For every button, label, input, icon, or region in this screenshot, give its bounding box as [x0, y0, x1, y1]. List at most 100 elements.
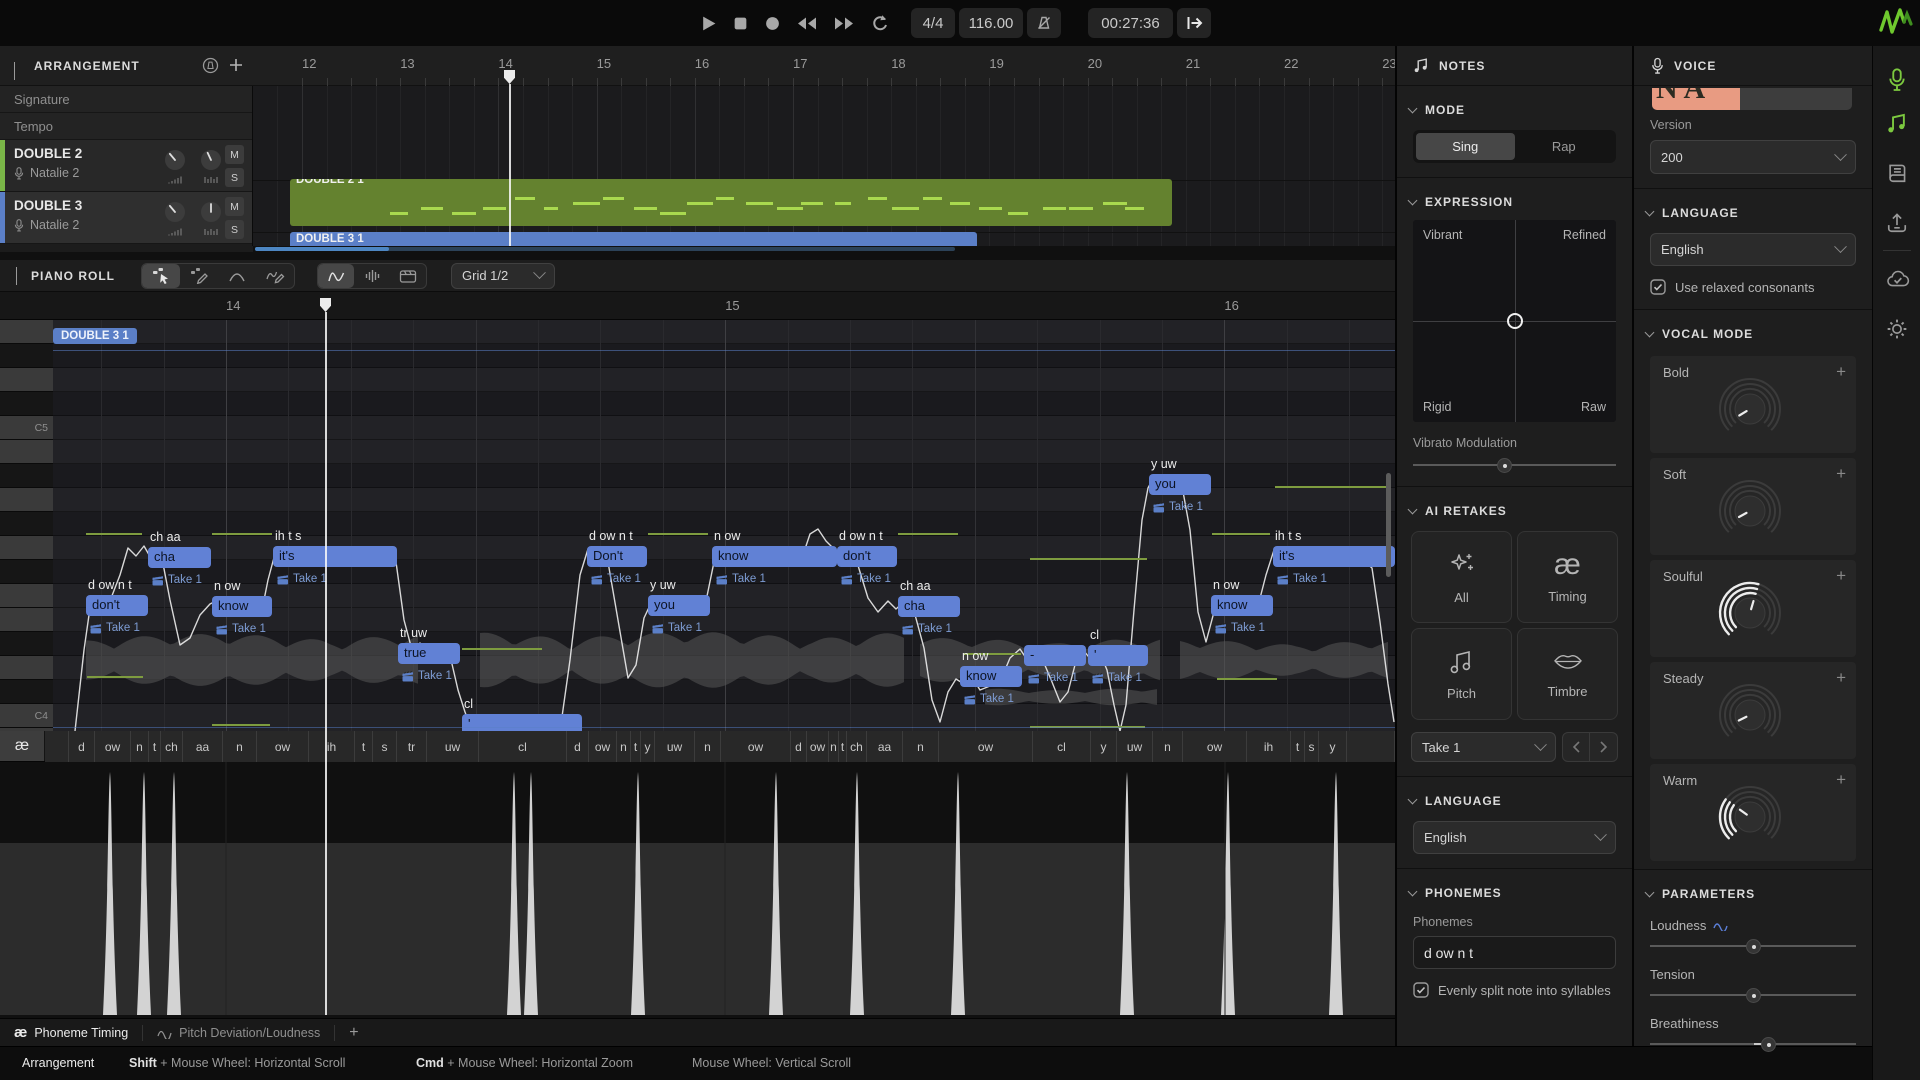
add-vocal-mode-automation[interactable]: +: [1836, 566, 1846, 586]
clip-double-3-1[interactable]: DOUBLE 3 1: [290, 232, 977, 246]
take-selector-dropdown[interactable]: Take 1: [1411, 732, 1556, 762]
phoneme-cell[interactable]: t: [631, 731, 641, 762]
phoneme-cell[interactable]: d: [567, 731, 589, 762]
mode-rap-button[interactable]: Rap: [1515, 133, 1614, 160]
piano-key[interactable]: [0, 584, 53, 608]
parameters-section-header[interactable]: PARAMETERS: [1634, 884, 1872, 904]
piano-note[interactable]: Don't: [587, 546, 647, 567]
phoneme-cell[interactable]: ow: [95, 731, 131, 762]
piano-roll-canvas[interactable]: d ow n tdon'tTake 1ch aachaTake 1n owkno…: [0, 320, 1395, 731]
piano-key[interactable]: [0, 344, 53, 368]
take-chip[interactable]: Take 1: [841, 573, 891, 585]
track-row-double-3[interactable]: DOUBLE 3Natalie 2 MS: [0, 192, 252, 244]
collapse-piano-roll-chevron[interactable]: [16, 267, 17, 285]
next-take-button[interactable]: [1590, 732, 1618, 762]
phoneme-cell[interactable]: ch: [161, 731, 183, 762]
phoneme-cell[interactable]: [1347, 731, 1395, 762]
vibrato-modulation-slider[interactable]: [1413, 458, 1616, 472]
piano-key[interactable]: [0, 464, 53, 488]
notes-language-dropdown[interactable]: English: [1413, 821, 1616, 854]
phoneme-cell[interactable]: uw: [655, 731, 695, 762]
rail-dictionary-tab[interactable]: [1886, 162, 1908, 184]
vocal-mode-soft[interactable]: Soft+: [1650, 458, 1856, 555]
piano-note[interactable]: know: [960, 666, 1022, 687]
take-chip[interactable]: Take 1: [652, 622, 702, 634]
phoneme-cell[interactable]: ow: [721, 731, 791, 762]
volume-knob[interactable]: [163, 200, 187, 224]
pan-knob[interactable]: [199, 148, 223, 172]
version-dropdown[interactable]: 200: [1650, 140, 1856, 174]
metronome-toggle[interactable]: [1027, 8, 1061, 38]
vocal-mode-section-header[interactable]: VOCAL MODE: [1634, 324, 1872, 344]
phoneme-cell[interactable]: ow: [1183, 731, 1247, 762]
piano-roll-vscrollbar[interactable]: [1386, 473, 1391, 577]
piano-key[interactable]: [0, 440, 53, 464]
retake-all-button[interactable]: All: [1411, 531, 1512, 623]
phonemes-input[interactable]: d ow n t: [1413, 936, 1616, 969]
piano-note[interactable]: know: [1211, 595, 1273, 616]
phonemes-section-header[interactable]: PHONEMES: [1397, 883, 1632, 903]
arrangement-ruler[interactable]: 121314151617181920212223: [253, 46, 1395, 86]
rail-cloud-sync-button[interactable]: [1886, 268, 1910, 288]
piano-note[interactable]: you: [1149, 474, 1211, 495]
phoneme-cell[interactable]: ih: [1247, 731, 1291, 762]
phoneme-cell[interactable]: t: [149, 731, 161, 762]
phoneme-cell[interactable]: y: [641, 731, 655, 762]
phoneme-cell[interactable]: ow: [257, 731, 309, 762]
arrangement-clips-area[interactable]: DOUBLE 2 1 DOUBLE 3 1: [253, 86, 1395, 246]
phoneme-cell[interactable]: n: [1153, 731, 1183, 762]
pitch-draw-tool[interactable]: [256, 264, 294, 288]
voice-avatar[interactable]: N A: [1652, 88, 1852, 110]
piano-key[interactable]: [0, 608, 53, 632]
phoneme-cell[interactable]: n: [131, 731, 149, 762]
time-signature-display[interactable]: 4/4: [911, 8, 955, 38]
take-chip[interactable]: Take 1: [1277, 573, 1327, 585]
phoneme-cell[interactable]: n: [903, 731, 939, 762]
tab-pitch-deviation-loudness[interactable]: Pitch Deviation/Loudness: [143, 1019, 334, 1047]
piano-key[interactable]: [0, 512, 53, 536]
volume-knob[interactable]: [163, 148, 187, 172]
vocal-mode-bold[interactable]: Bold+: [1650, 356, 1856, 453]
piano-note[interactable]: it's: [1273, 546, 1395, 567]
phoneme-cell[interactable]: ow: [589, 731, 617, 762]
phoneme-cell[interactable]: y: [1091, 731, 1117, 762]
phoneme-cell[interactable]: uw: [427, 731, 479, 762]
add-vocal-mode-automation[interactable]: +: [1836, 464, 1846, 484]
mute-button[interactable]: M: [225, 197, 244, 216]
phoneme-cell[interactable]: t: [355, 731, 373, 762]
phoneme-cell[interactable]: s: [1305, 731, 1319, 762]
vocal-mode-knob[interactable]: [1708, 777, 1792, 861]
piano-note[interactable]: know: [212, 596, 272, 617]
piano-note[interactable]: don't: [837, 546, 897, 567]
retake-view-toggle[interactable]: [390, 264, 426, 288]
phoneme-cell[interactable]: aa: [183, 731, 223, 762]
piano-key[interactable]: C5: [0, 416, 53, 440]
expression-section-header[interactable]: EXPRESSION: [1397, 192, 1632, 212]
pan-knob[interactable]: [199, 200, 223, 224]
slider-handle[interactable]: [1497, 458, 1512, 473]
piano-key[interactable]: [0, 536, 53, 560]
vocal-mode-warm[interactable]: Warm+: [1650, 764, 1856, 861]
vocal-mode-knob[interactable]: [1708, 471, 1792, 555]
clip-double-2-1[interactable]: DOUBLE 2 1: [290, 179, 1172, 226]
expression-xy-pad[interactable]: Vibrant Refined Rigid Raw: [1413, 220, 1616, 422]
piano-key[interactable]: [0, 368, 53, 392]
collapse-arrangement-chevron[interactable]: [14, 62, 15, 80]
piano-key[interactable]: [0, 728, 53, 731]
rail-voice-tab[interactable]: [1886, 68, 1908, 92]
phoneme-cell[interactable]: t: [1291, 731, 1305, 762]
take-chip[interactable]: Take 1: [1092, 672, 1142, 684]
voice-language-section-header[interactable]: LANGUAGE: [1634, 203, 1872, 223]
phoneme-cell[interactable]: y: [1319, 731, 1347, 762]
phoneme-cell[interactable]: ow: [939, 731, 1033, 762]
waveform-view-toggle[interactable]: [354, 264, 390, 288]
solo-button[interactable]: S: [225, 220, 244, 239]
tempo-track-icon[interactable]: [202, 57, 219, 74]
pitch-view-toggle[interactable]: [318, 264, 354, 288]
mode-sing-button[interactable]: Sing: [1416, 133, 1515, 160]
phoneme-timing-panel[interactable]: [0, 762, 1395, 1018]
phoneme-cell[interactable]: ih: [309, 731, 355, 762]
phoneme-cell[interactable]: ch: [847, 731, 867, 762]
phoneme-cell[interactable]: n: [695, 731, 721, 762]
piano-note[interactable]: it's: [273, 546, 397, 567]
